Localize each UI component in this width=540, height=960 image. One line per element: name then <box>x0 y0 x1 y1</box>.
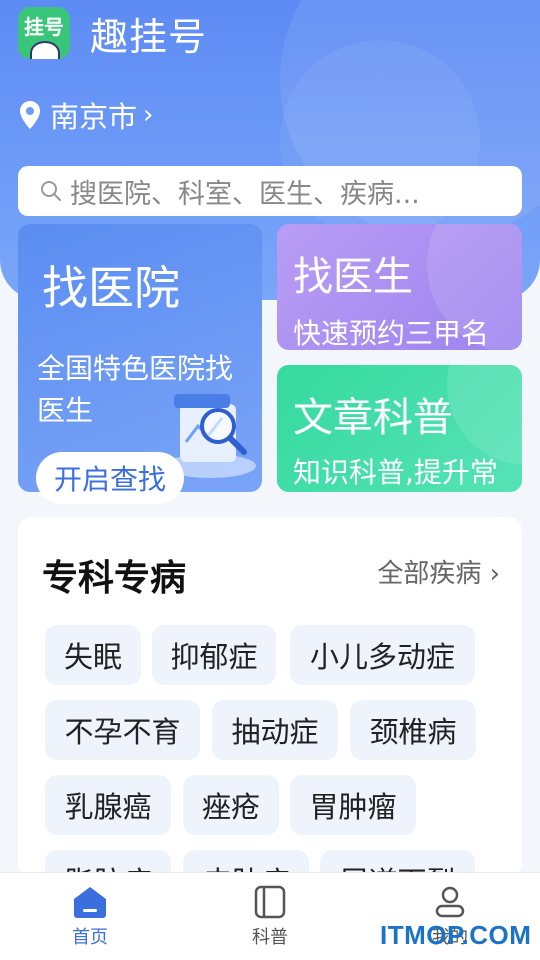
disease-tag[interactable]: 颈椎病 <box>350 700 476 760</box>
search-input[interactable]: 搜医院、科室、医生、疾病... <box>18 166 522 216</box>
app-title: 趣挂号 <box>90 14 208 59</box>
disease-tag[interactable]: 失眠 <box>45 625 141 685</box>
app-header: 挂号 趣挂号 <box>18 6 207 60</box>
mascot-icon <box>30 41 60 59</box>
search-icon <box>41 181 61 201</box>
book-icon <box>254 885 286 919</box>
find-hospital-title: 找医院 <box>42 261 180 315</box>
all-diseases-link[interactable]: 全部疾病 › <box>377 553 500 590</box>
tab-science-label: 科普 <box>252 927 288 948</box>
home-icon <box>74 887 106 918</box>
specialty-title: 专科专病 <box>42 558 187 599</box>
start-search-button[interactable]: 开启查找 <box>36 452 184 504</box>
article-science-title: 文章科普 <box>293 395 453 441</box>
disease-tag[interactable]: 胃肿瘤 <box>290 775 416 835</box>
disease-tag[interactable]: 乳腺癌 <box>45 775 171 835</box>
disease-tag[interactable]: 抑郁症 <box>152 625 276 685</box>
article-science-card[interactable]: 文章科普 知识科普,提升常识 <box>277 365 522 492</box>
city-label: 南京市 <box>50 100 138 134</box>
watermark: ITMOP.COM <box>380 920 532 950</box>
disease-tag[interactable]: 抽动症 <box>212 700 338 760</box>
location-selector[interactable]: 南京市 › <box>20 94 153 136</box>
search-placeholder: 搜医院、科室、医生、疾病... <box>70 178 420 210</box>
find-doctor-desc: 快速预约三甲名 <box>293 317 490 350</box>
app-logo-text: 挂号 <box>24 15 64 39</box>
chevron-right-icon: › <box>143 100 154 130</box>
article-science-desc: 知识科普,提升常识 <box>293 456 498 489</box>
find-doctor-card[interactable]: 找医生 快速预约三甲名 <box>277 224 522 350</box>
tab-home[interactable]: 首页 <box>50 885 130 949</box>
app-logo: 挂号 <box>18 7 70 59</box>
location-pin-icon <box>20 101 40 129</box>
article-card-background: 文章科普 知识科普,提升常识 <box>277 365 522 492</box>
disease-tag[interactable]: 痤疮 <box>183 775 279 835</box>
find-doctor-title: 找医生 <box>293 254 413 300</box>
disease-tag[interactable]: 不孕不育 <box>45 700 200 760</box>
chevron-right-icon: › <box>481 559 500 589</box>
tab-home-label: 首页 <box>72 927 108 948</box>
disease-tag[interactable]: 小儿多动症 <box>290 625 475 685</box>
all-diseases-label: 全部疾病 <box>377 559 482 589</box>
user-icon <box>435 886 465 918</box>
specialty-panel: 专科专病 全部疾病 › 失眠 抑郁症 小儿多动症不孕不育 抽动症 颈椎病乳腺癌 痤疮 胃肿瘤… <box>18 517 522 910</box>
tab-science[interactable]: 科普 <box>230 885 310 949</box>
